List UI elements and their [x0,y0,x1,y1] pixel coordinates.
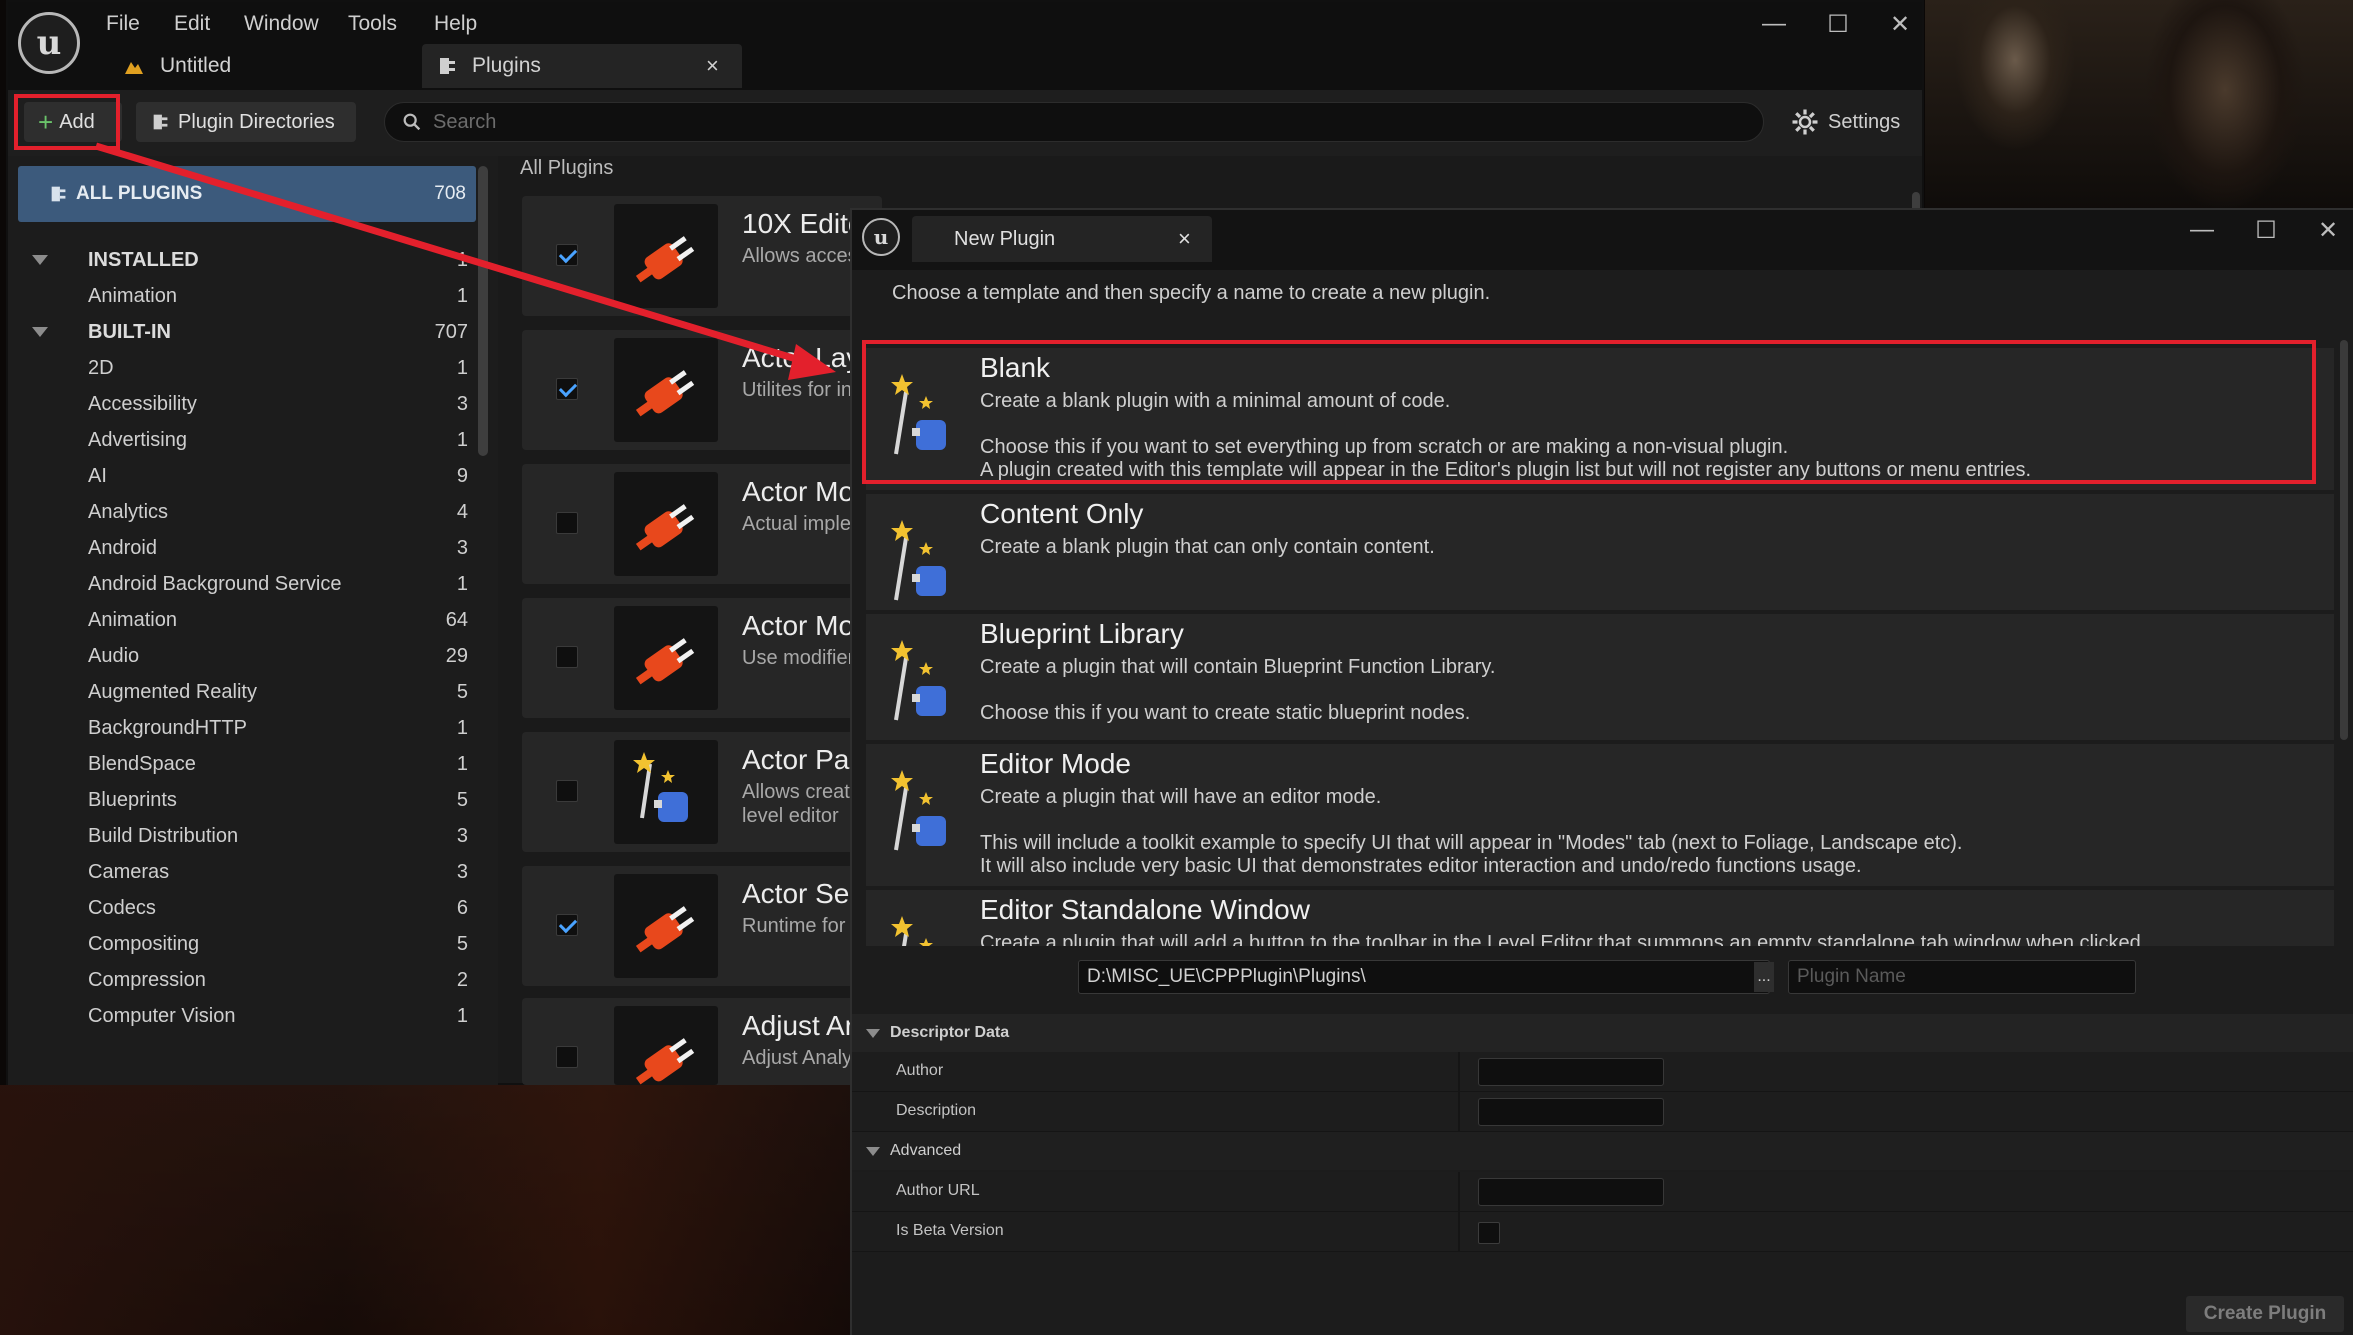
annotation-arrow [94,142,836,380]
annotation-arrow-line [94,142,808,366]
annotation-arrow-head [788,344,836,380]
